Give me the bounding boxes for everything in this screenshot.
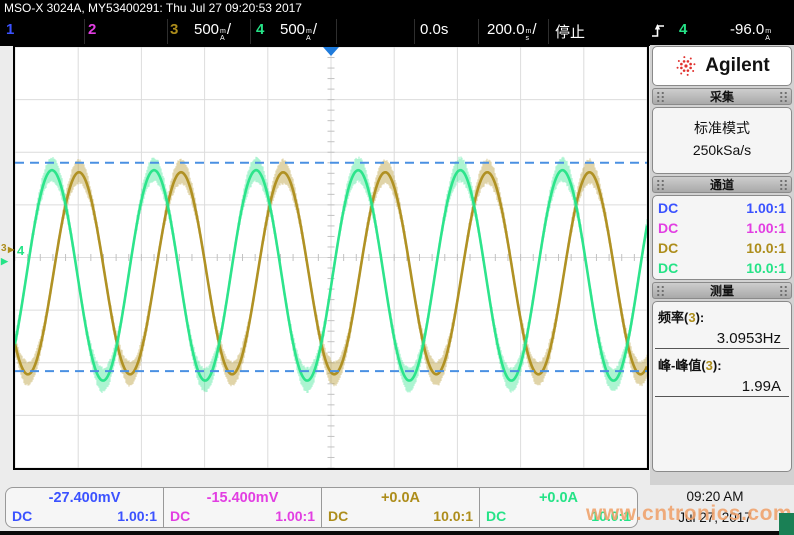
grip-icon	[779, 179, 788, 190]
window-title: MSO-X 3024A, MY53400291: Thu Jul 27 09:2…	[4, 1, 302, 15]
ch1-readout-segment[interactable]: -27.400mV DC 1.00:1	[6, 488, 164, 527]
ch1-probe-label: 1.00:1	[117, 508, 157, 524]
ch4-coupling: DC	[658, 258, 678, 278]
ch3-ground-marker[interactable]: 3	[1, 244, 7, 254]
ch3-coupling: DC	[658, 238, 678, 258]
trigger-level[interactable]: -96.0mA	[730, 21, 772, 42]
measurement-pkpk-label[interactable]: 峰-峰值(3):	[653, 353, 791, 376]
acquisition-panel[interactable]: 标准模式 250kSa/s	[652, 107, 792, 174]
channel-3-scale-unit: mA	[220, 28, 226, 42]
ch2-readout: -15.400mV	[170, 490, 315, 508]
status-divider	[478, 19, 479, 44]
channel-4-scale-suffix: /	[313, 21, 317, 38]
ch1-coupling-label: DC	[12, 508, 32, 524]
channel-3-scale-suffix: /	[227, 21, 231, 38]
ch1-readout: -27.400mV	[12, 490, 157, 508]
ch1-probe-ratio: 1.00:1	[746, 198, 786, 218]
edge-trigger-icon	[651, 22, 665, 43]
ch3-probe-ratio: 10.0:1	[746, 238, 786, 258]
ch3-probe-label: 10.0:1	[433, 508, 473, 524]
timebase-value: 200.0	[487, 21, 525, 38]
brand-panel: Agilent	[652, 46, 792, 86]
agilent-logo-icon	[674, 53, 698, 79]
grip-icon	[656, 91, 665, 102]
measurement-source: 3	[706, 358, 713, 373]
timebase-scale[interactable]: 200.0ms/	[487, 21, 537, 42]
ch4-probe-ratio: 10.0:1	[746, 258, 786, 278]
trigger-source[interactable]: 4	[679, 21, 687, 38]
trigger-level-unit: mA	[765, 28, 771, 42]
status-divider	[84, 19, 85, 44]
measure-section-header[interactable]: 测量	[652, 282, 792, 299]
ch3-ground-arrow-icon: ▶	[8, 246, 14, 254]
grip-icon	[656, 179, 665, 190]
ch3-readout: +0.0A	[328, 490, 473, 508]
measure-section-title: 测量	[710, 282, 734, 299]
status-divider	[167, 19, 168, 44]
channel-3-settings-row[interactable]: DC 10.0:1	[653, 238, 791, 258]
channel-2-button[interactable]: 2	[88, 21, 96, 38]
channel-1-settings-row[interactable]: DC 1.00:1	[653, 198, 791, 218]
channel-4-scale-unit: mA	[306, 28, 312, 42]
ch3-readout-segment[interactable]: +0.0A DC 10.0:1	[322, 488, 480, 527]
status-divider	[548, 19, 549, 44]
ch2-probe-ratio: 1.00:1	[746, 218, 786, 238]
channel-3-button[interactable]: 3	[170, 21, 178, 38]
channel-readout-bar: -27.400mV DC 1.00:1 -15.400mV DC 1.00:1 …	[5, 487, 638, 528]
trigger-level-value: -96.0	[730, 21, 764, 38]
waveform-canvas[interactable]	[15, 47, 647, 468]
status-bar: 1 2 3 500mA/ 4 500mA/ 0.0s 200.0ms/ 停止 4…	[0, 17, 794, 46]
footer-strip	[0, 531, 794, 535]
measurement-frequency-label[interactable]: 频率(3):	[653, 305, 791, 328]
channels-panel: DC 1.00:1 DC 1.00:1 DC 10.0:1 DC 10.0:1	[652, 195, 792, 280]
measurement-frequency-value: 3.0953Hz	[655, 328, 789, 349]
ch1-coupling: DC	[658, 198, 678, 218]
grip-icon	[779, 285, 788, 296]
run-state-badge: 停止	[555, 21, 585, 42]
channel-4-scale-value: 500	[280, 21, 305, 38]
ch4-ground-arrow-icon: ▶	[1, 257, 8, 266]
channel-4-settings-row[interactable]: DC 10.0:1	[653, 258, 791, 278]
ch4-coupling-label: DC	[486, 508, 506, 524]
channel-3-scale[interactable]: 500mA/	[194, 21, 231, 42]
channel-3-scale-value: 500	[194, 21, 219, 38]
channel-1-button[interactable]: 1	[6, 21, 14, 38]
waveform-display	[13, 45, 649, 470]
acquisition-section-title: 采集	[710, 88, 734, 105]
window-title-bar: MSO-X 3024A, MY53400291: Thu Jul 27 09:2…	[0, 0, 794, 17]
status-divider	[414, 19, 415, 44]
measurement-pkpk-value: 1.99A	[655, 376, 789, 397]
acquisition-section-header[interactable]: 采集	[652, 88, 792, 105]
watermark: www.cntronics.com	[586, 502, 792, 526]
channels-section-header[interactable]: 通道	[652, 176, 792, 193]
ch2-coupling-label: DC	[170, 508, 190, 524]
brand-name: Agilent	[705, 55, 769, 77]
ch2-probe-label: 1.00:1	[275, 508, 315, 524]
measurements-panel: 频率(3): 3.0953Hz 峰-峰值(3): 1.99A	[652, 301, 792, 472]
status-divider	[250, 19, 251, 44]
measurement-source: 3	[688, 310, 695, 325]
timebase-suffix: /	[532, 21, 536, 38]
ch2-coupling: DC	[658, 218, 678, 238]
timebase-unit: ms	[526, 28, 532, 42]
grip-icon	[656, 285, 665, 296]
ch3-coupling-label: DC	[328, 508, 348, 524]
sample-rate: 250kSa/s	[653, 142, 791, 158]
acquisition-mode: 标准模式	[653, 118, 791, 138]
grip-icon	[779, 91, 788, 102]
ch4-ground-marker[interactable]: 4	[17, 244, 24, 257]
ch2-readout-segment[interactable]: -15.400mV DC 1.00:1	[164, 488, 322, 527]
channel-4-button[interactable]: 4	[256, 21, 264, 38]
site-logo-square	[779, 513, 794, 535]
horizontal-delay[interactable]: 0.0s	[420, 21, 448, 38]
status-divider	[336, 19, 337, 44]
channel-2-settings-row[interactable]: DC 1.00:1	[653, 218, 791, 238]
channels-section-title: 通道	[710, 176, 734, 193]
sidebar: Agilent 采集 标准模式 250kSa/s 通道 DC 1.00:1 DC…	[652, 46, 792, 474]
channel-4-scale[interactable]: 500mA/	[280, 21, 317, 42]
